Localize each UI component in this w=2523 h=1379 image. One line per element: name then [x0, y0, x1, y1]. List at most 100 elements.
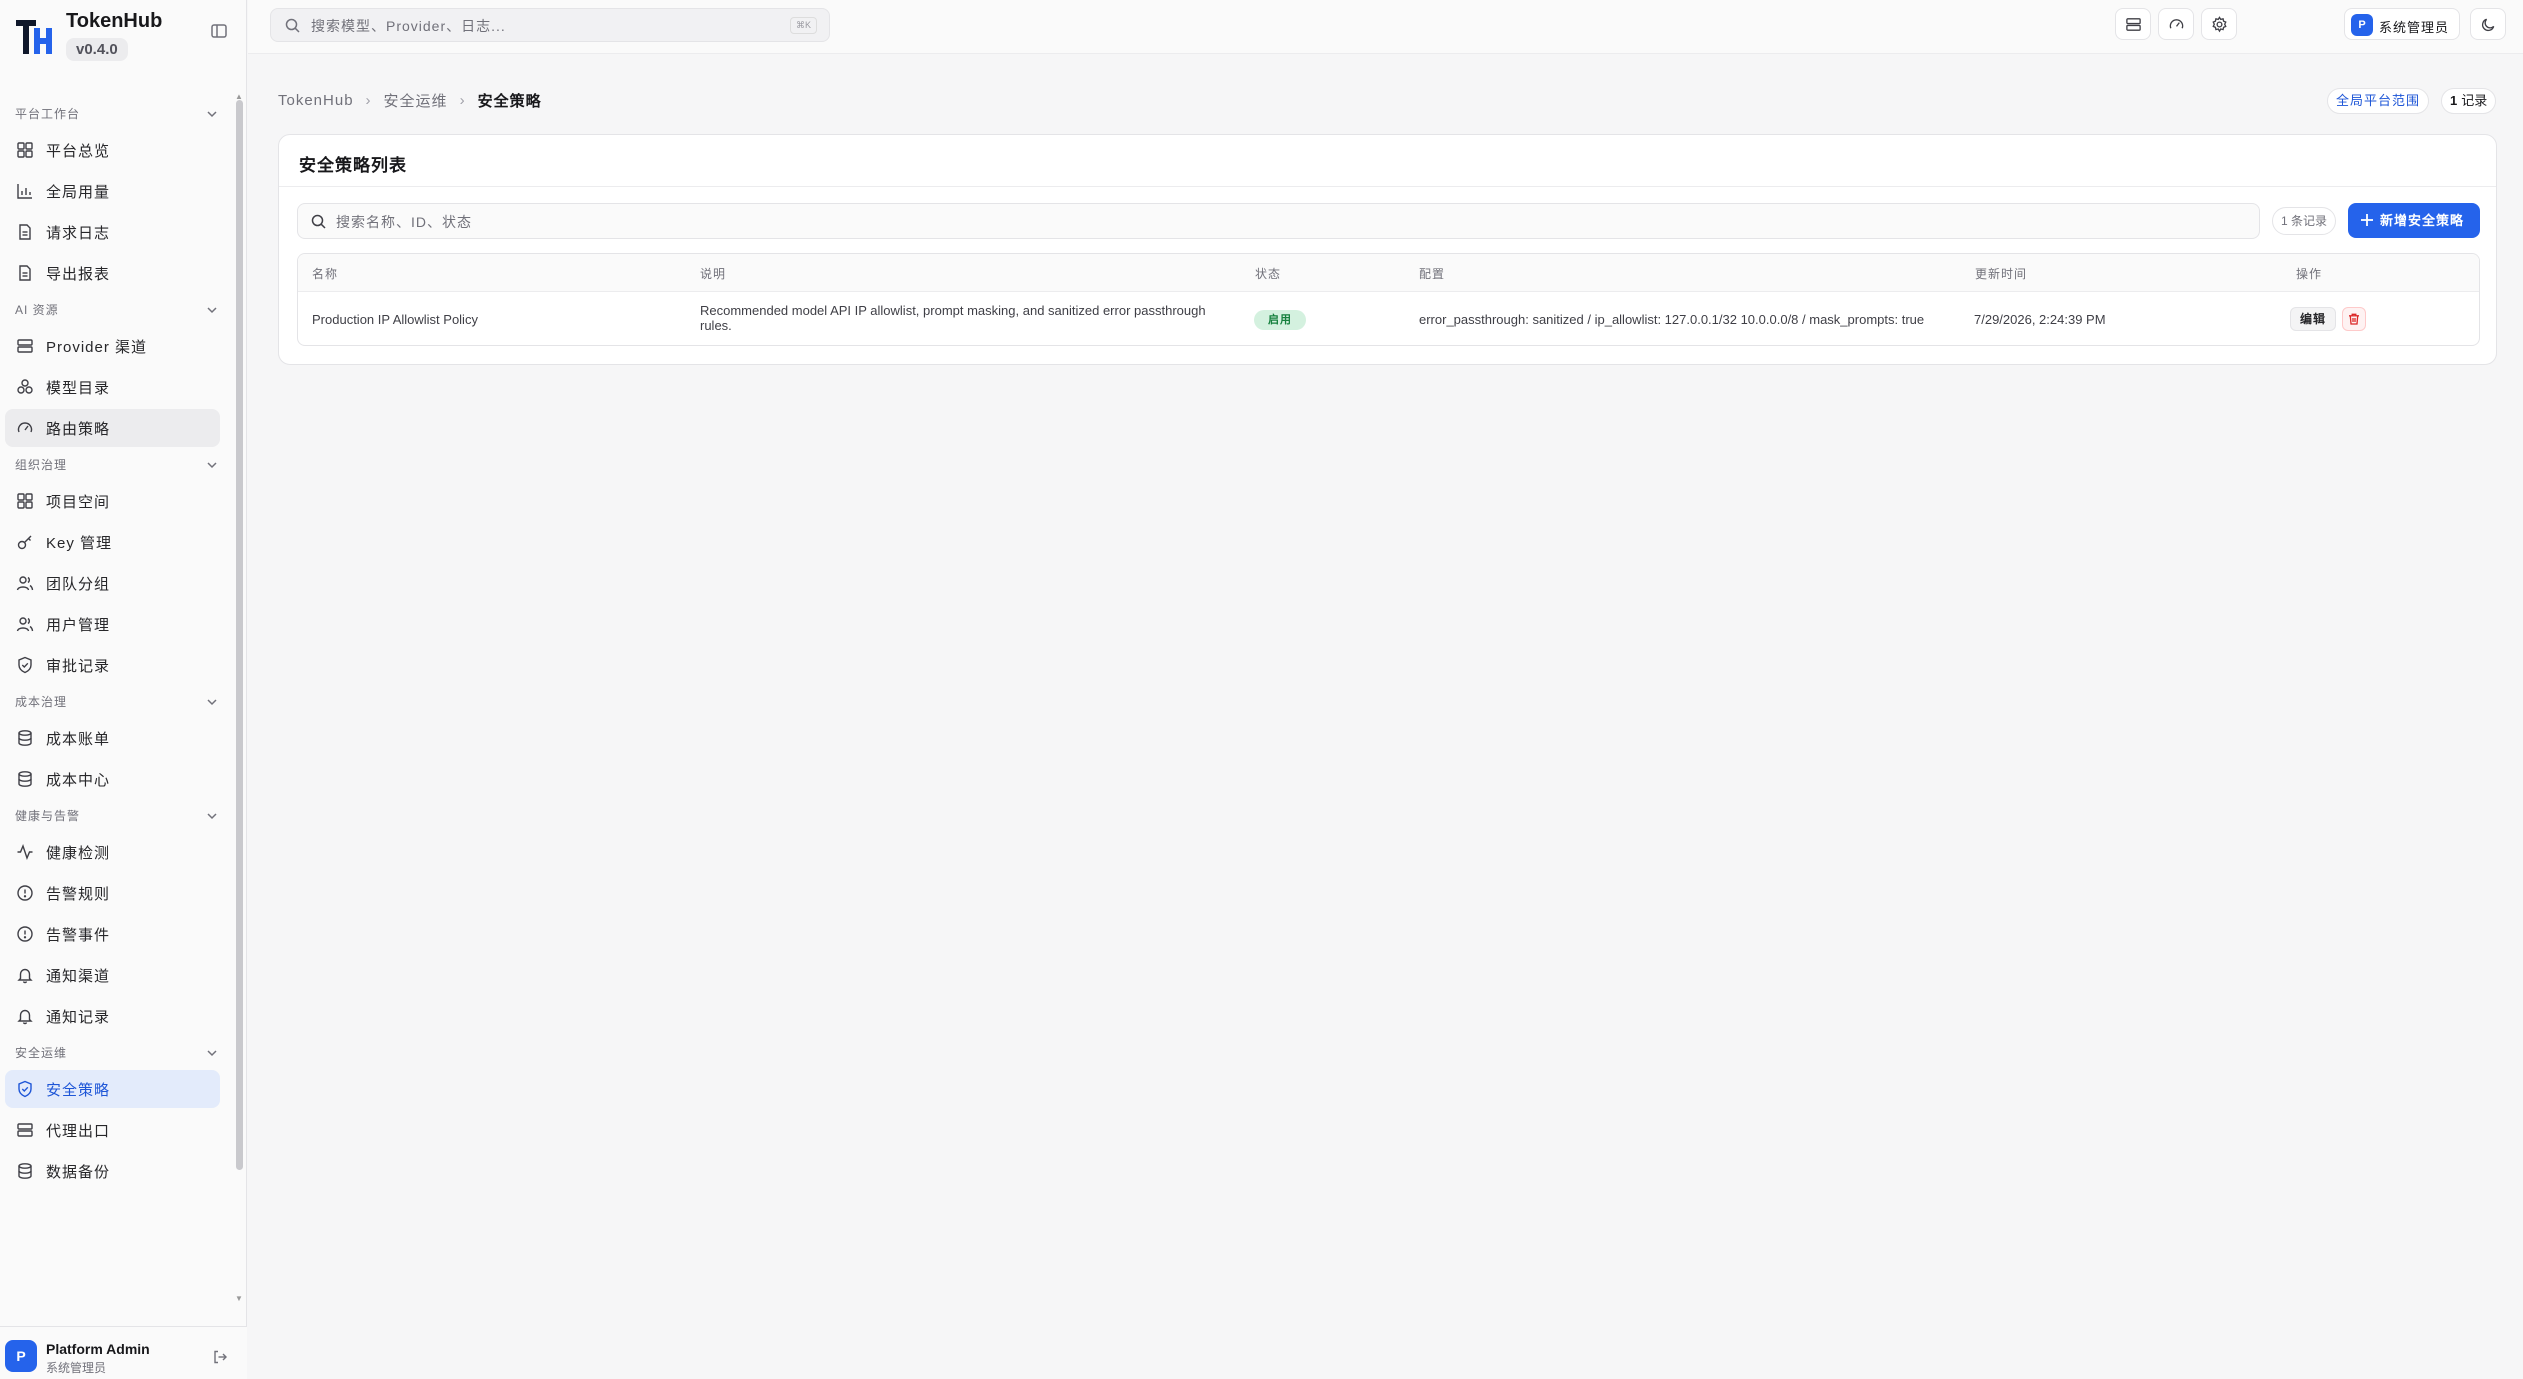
sidebar-item-teams[interactable]: 团队分组 — [5, 564, 220, 602]
servers-button[interactable] — [2115, 8, 2151, 40]
table-search-input[interactable] — [336, 211, 2216, 233]
sidebar-item-provider-channels[interactable]: Provider 渠道 — [5, 327, 220, 365]
sidebar-item-alert-events[interactable]: 告警事件 — [5, 915, 220, 953]
breadcrumb-root[interactable]: TokenHub — [278, 92, 354, 109]
database-icon — [18, 730, 32, 746]
scope-badge: 全局平台范围 — [2327, 88, 2430, 114]
nav-group-platform: 平台工作台 平台总览 全局用量 请求日志 导出报表 — [0, 100, 230, 292]
database-icon — [18, 1163, 32, 1179]
policy-table: 名称 说明 状态 配置 更新时间 操作 Production IP Allowl… — [297, 253, 2480, 346]
sidebar-item-proxy-egress[interactable]: 代理出口 — [5, 1111, 220, 1149]
policy-name[interactable]: Production IP Allowlist Policy — [312, 312, 478, 327]
grid-icon — [17, 493, 33, 509]
group-header-security[interactable]: 安全运维 — [0, 1039, 230, 1067]
brand[interactable]: TokenHub v0.4.0 — [14, 6, 234, 66]
avatar: P — [2351, 14, 2373, 36]
sidebar-item-health-check[interactable]: 健康检测 — [5, 833, 220, 871]
nav-group-health: 健康与告警 健康检测 告警规则 告警事件 通知渠道 通知记录 — [0, 802, 230, 1035]
sidebar-item-users[interactable]: 用户管理 — [5, 605, 220, 643]
column-header-config: 配置 — [1419, 267, 1446, 281]
nav-group-security: 安全运维 安全策略 代理出口 数据备份 — [0, 1039, 230, 1190]
policy-updated: 7/29/2026, 2:24:39 PM — [1974, 312, 2106, 327]
theme-toggle-button[interactable] — [2470, 8, 2506, 40]
table-search[interactable] — [297, 203, 2260, 239]
table-header: 名称 说明 状态 配置 更新时间 操作 — [298, 254, 2479, 292]
group-header-cost[interactable]: 成本治理 — [0, 688, 230, 716]
user-name: Platform Admin — [46, 1341, 150, 1357]
card-title: 安全策略列表 — [299, 156, 407, 175]
breadcrumb-separator-icon: › — [365, 92, 372, 109]
sidebar-item-model-catalog[interactable]: 模型目录 — [5, 368, 220, 406]
sidebar-item-export-reports[interactable]: 导出报表 — [5, 254, 220, 292]
file-icon — [19, 224, 31, 240]
chevron-down-icon — [207, 813, 217, 820]
alert-circle-icon — [17, 926, 33, 942]
brand-name: TokenHub — [66, 10, 163, 32]
sidebar-item-routing-policy[interactable]: 路由策略 — [5, 409, 220, 447]
boxes-icon — [17, 379, 33, 394]
shield-check-icon — [18, 1080, 32, 1098]
key-icon — [17, 535, 32, 550]
sidebar-nav: 平台工作台 平台总览 全局用量 请求日志 导出报表 AI 资源 Provider… — [0, 96, 230, 1306]
sidebar-item-security-policy[interactable]: 安全策略 — [5, 1070, 220, 1108]
chevron-down-icon — [207, 1050, 217, 1057]
database-icon — [18, 771, 32, 787]
gauge-icon — [17, 422, 33, 433]
server-icon — [2126, 18, 2141, 31]
sidebar-item-notify-channels[interactable]: 通知渠道 — [5, 956, 220, 994]
monitor-button[interactable] — [2158, 8, 2194, 40]
sidebar-collapse-icon[interactable] — [210, 22, 228, 40]
column-header-actions: 操作 — [2296, 267, 2323, 281]
sidebar-item-keys[interactable]: Key 管理 — [5, 523, 220, 561]
record-count-unit: 记录 — [2461, 93, 2488, 108]
sidebar-item-cost-bills[interactable]: 成本账单 — [5, 719, 220, 757]
column-header-status: 状态 — [1255, 267, 1282, 281]
sidebar-item-usage[interactable]: 全局用量 — [5, 172, 220, 210]
breadcrumb-parent[interactable]: 安全运维 — [384, 90, 448, 111]
user-role: 系统管理员 — [46, 1361, 107, 1375]
policy-list-card: 安全策略列表 1 条记录 新增安全策略 名称 说明 状态 配置 更新时间 操作 … — [278, 134, 2497, 365]
global-search-input[interactable] — [311, 15, 761, 37]
record-count-badge: 1 记录 — [2441, 88, 2497, 114]
sidebar-item-data-backup[interactable]: 数据备份 — [5, 1152, 220, 1190]
logout-icon[interactable] — [212, 1349, 228, 1365]
search-icon — [285, 18, 300, 33]
avatar[interactable]: P — [5, 1340, 37, 1372]
scroll-down-arrow-icon[interactable]: ▼ — [235, 1294, 245, 1303]
group-header-org[interactable]: 组织治理 — [0, 451, 230, 479]
group-header-platform[interactable]: 平台工作台 — [0, 100, 230, 128]
add-security-policy-button[interactable]: 新增安全策略 — [2348, 203, 2480, 238]
sidebar-item-overview[interactable]: 平台总览 — [5, 131, 220, 169]
settings-button[interactable] — [2201, 8, 2237, 40]
scroll-up-arrow-icon[interactable]: ▲ — [235, 92, 245, 101]
sidebar-item-projects[interactable]: 项目空间 — [5, 482, 220, 520]
bar-chart-icon — [17, 184, 32, 199]
global-search[interactable]: ⌘K — [270, 8, 830, 42]
sidebar-item-request-logs[interactable]: 请求日志 — [5, 213, 220, 251]
version-badge: v0.4.0 — [66, 38, 128, 61]
account-menu-button[interactable]: P 系统管理员 — [2344, 8, 2460, 40]
sidebar-item-alert-rules[interactable]: 告警规则 — [5, 874, 220, 912]
sidebar-item-notify-records[interactable]: 通知记录 — [5, 997, 220, 1035]
delete-button[interactable] — [2342, 307, 2366, 331]
record-count: 1 — [2450, 93, 2458, 108]
nav-group-org: 组织治理 项目空间 Key 管理 团队分组 用户管理 审批记录 — [0, 451, 230, 684]
group-header-ai[interactable]: AI 资源 — [0, 296, 230, 324]
policy-config: error_passthrough: sanitized / ip_allowl… — [1419, 312, 1925, 327]
table-row[interactable]: Production IP Allowlist Policy Recommend… — [298, 292, 2479, 345]
sidebar-item-approvals[interactable]: 审批记录 — [5, 646, 220, 684]
sidebar-item-cost-center[interactable]: 成本中心 — [5, 760, 220, 798]
tokenhub-logo-icon — [16, 20, 52, 54]
chevron-down-icon — [207, 462, 217, 469]
edit-button[interactable]: 编辑 — [2290, 307, 2337, 331]
sidebar-scrollbar[interactable] — [236, 100, 243, 1170]
divider — [279, 186, 2496, 187]
topbar: ⌘K P 系统管理员 — [248, 0, 2523, 54]
shield-check-icon — [18, 656, 32, 674]
bell-icon — [17, 1009, 33, 1025]
server-icon — [17, 1123, 33, 1137]
moon-icon — [2481, 18, 2495, 32]
group-header-health[interactable]: 健康与告警 — [0, 802, 230, 830]
chevron-down-icon — [207, 307, 217, 314]
users-icon — [16, 576, 34, 591]
